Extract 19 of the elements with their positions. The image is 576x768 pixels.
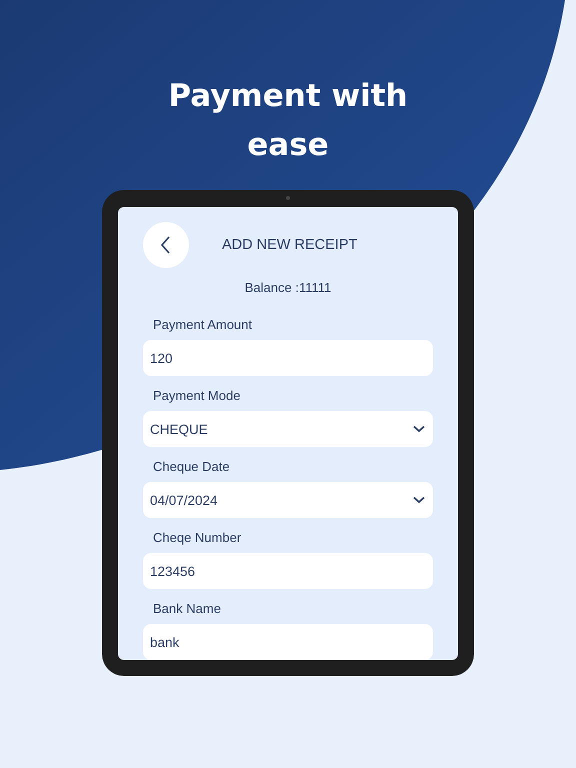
headline: ease bbox=[247, 126, 329, 165]
headline: Payment with bbox=[168, 77, 408, 116]
input-field[interactable]: 120 bbox=[143, 340, 433, 376]
back-icon bbox=[161, 236, 171, 254]
field-label: Payment Amount bbox=[153, 317, 253, 332]
camera-icon bbox=[286, 196, 290, 200]
back-button[interactable] bbox=[143, 222, 189, 268]
balance-text: Balance :11111 bbox=[244, 280, 332, 295]
dropdown-field[interactable]: 04/07/2024 bbox=[143, 482, 433, 518]
field-label: Bank Name bbox=[153, 601, 222, 616]
input-field[interactable]: bank bbox=[143, 624, 433, 660]
input-field[interactable]: 123456 bbox=[143, 553, 433, 589]
field-label: Cheque Date bbox=[153, 459, 231, 474]
chevron-down-icon bbox=[413, 425, 425, 433]
field-label: Cheqe Number bbox=[153, 530, 242, 545]
chevron-down-icon bbox=[413, 496, 425, 504]
dropdown-field[interactable]: CHEQUE bbox=[143, 411, 433, 447]
screen-title: ADD NEW RECEIPT bbox=[222, 237, 358, 253]
field-label: Payment Mode bbox=[153, 388, 242, 403]
